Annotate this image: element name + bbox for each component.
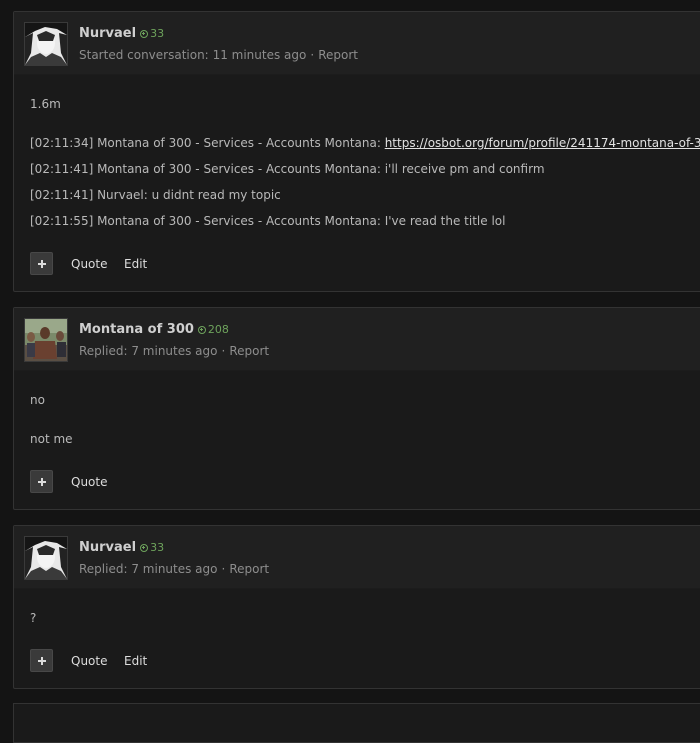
post-text-line: [02:11:34] Montana of 300 - Services - A… [30, 135, 700, 151]
multiquote-plus-button[interactable] [30, 252, 53, 275]
next-post-partial [13, 703, 700, 743]
post-3: Nurvael 33 Replied: 7 minutes ago · Report … [13, 525, 700, 689]
reputation-badge: 208 [197, 323, 229, 336]
meta-action: Replied: [79, 344, 128, 358]
separator-dot: · [221, 562, 226, 576]
multiquote-plus-button[interactable] [30, 470, 53, 493]
quote-button[interactable]: Quote [71, 475, 107, 489]
post-text-line: [02:11:41] Nurvael: u didnt read my topi… [30, 188, 281, 202]
post-header: Nurvael 33 Replied: 7 minutes ago · Report [14, 526, 700, 589]
author-line: Nurvael 33 [79, 26, 164, 41]
post-header: Montana of 300 208 Replied: 7 minutes ago… [14, 308, 700, 371]
quote-button[interactable]: Quote [71, 257, 107, 271]
log-prefix: [02:11:34] Montana of 300 - Services - A… [30, 136, 385, 150]
author-line: Montana of 300 208 [79, 322, 229, 337]
post-text-line: 1.6m [30, 97, 61, 111]
post-1: Nurvael 33 Started conversation: 11 minut… [13, 11, 700, 292]
quote-button[interactable]: Quote [71, 654, 107, 668]
post-meta: Replied: 7 minutes ago · Report [79, 344, 269, 358]
post-meta: Replied: 7 minutes ago · Report [79, 562, 269, 576]
post-time[interactable]: 11 minutes ago [213, 48, 307, 62]
post-text-line: not me [30, 432, 73, 446]
post-time[interactable]: 7 minutes ago [131, 562, 217, 576]
reputation-count: 208 [207, 323, 229, 336]
post-text-line: ? [30, 611, 37, 625]
reputation-count: 33 [150, 27, 165, 40]
avatar[interactable] [24, 536, 68, 580]
profile-link[interactable]: https://osbot.org/forum/profile/241174-m… [385, 136, 700, 150]
report-link[interactable]: Report [318, 48, 358, 62]
separator-dot: · [310, 48, 315, 62]
author-name[interactable]: Montana of 300 [79, 322, 194, 337]
post-text-line: no [30, 393, 45, 407]
post-text-line: [02:11:41] Montana of 300 - Services - A… [30, 162, 545, 176]
separator-dot: · [221, 344, 226, 358]
reputation-badge: 33 [140, 27, 164, 40]
post-header: Nurvael 33 Started conversation: 11 minut… [14, 12, 700, 75]
multiquote-plus-button[interactable] [30, 649, 53, 672]
author-name[interactable]: Nurvael [79, 540, 136, 555]
report-link[interactable]: Report [229, 562, 269, 576]
meta-action: Started conversation: [79, 48, 209, 62]
post-time[interactable]: 7 minutes ago [131, 344, 217, 358]
reputation-count: 33 [150, 541, 165, 554]
avatar[interactable] [24, 318, 68, 362]
plus-circle-icon [140, 544, 149, 552]
reputation-badge: 33 [140, 541, 164, 554]
post-2: Montana of 300 208 Replied: 7 minutes ago… [13, 307, 700, 510]
plus-circle-icon [197, 326, 206, 334]
post-text-line: [02:11:55] Montana of 300 - Services - A… [30, 214, 506, 228]
report-link[interactable]: Report [229, 344, 269, 358]
author-line: Nurvael 33 [79, 540, 164, 555]
author-name[interactable]: Nurvael [79, 26, 136, 41]
meta-action: Replied: [79, 562, 128, 576]
plus-circle-icon [140, 30, 149, 38]
edit-button[interactable]: Edit [124, 257, 147, 271]
post-meta: Started conversation: 11 minutes ago · Rep… [79, 48, 358, 62]
avatar[interactable] [24, 22, 68, 66]
edit-button[interactable]: Edit [124, 654, 147, 668]
